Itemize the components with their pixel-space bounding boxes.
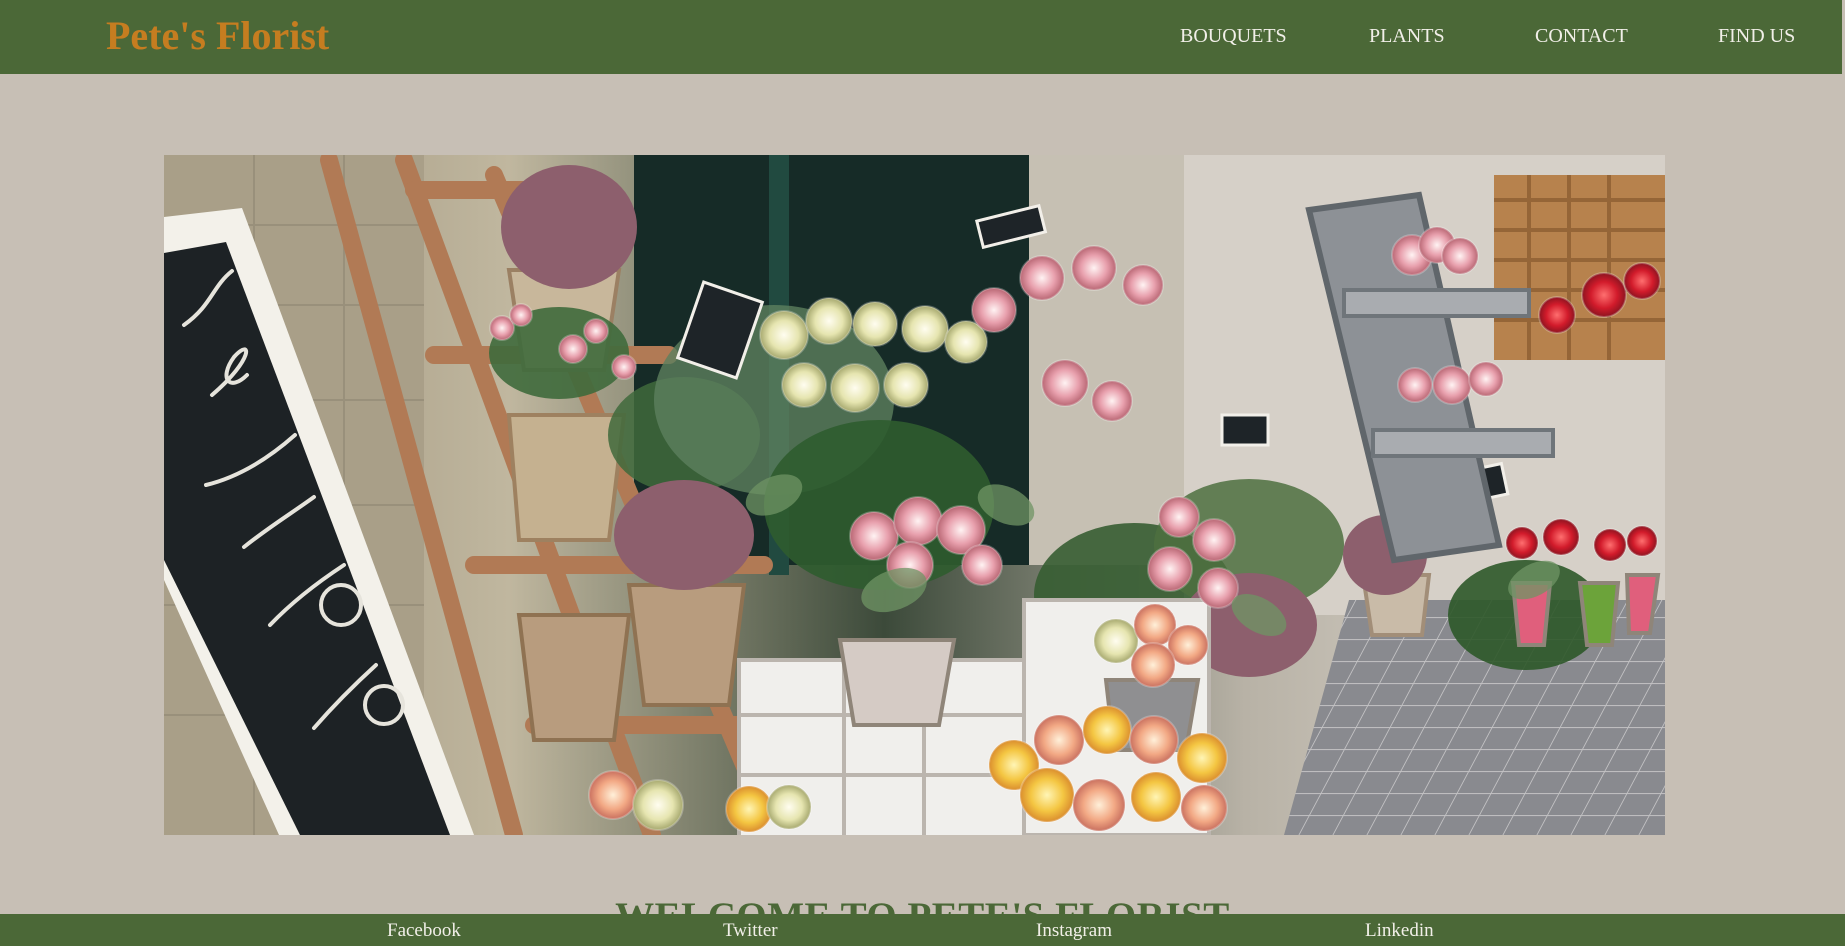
flower-storefront-photo xyxy=(164,155,1665,835)
site-header: Pete's Florist BOUQUETS PLANTS CONTACT F… xyxy=(0,0,1842,74)
site-footer: Facebook Twitter Instagram Linkedin xyxy=(0,914,1845,946)
brand-logo[interactable]: Pete's Florist xyxy=(106,13,329,59)
footer-link-twitter[interactable]: Twitter xyxy=(723,920,778,942)
hero-image xyxy=(164,155,1665,835)
nav-bouquets[interactable]: BOUQUETS xyxy=(1180,24,1287,48)
footer-link-instagram[interactable]: Instagram xyxy=(1036,920,1112,942)
footer-link-linkedin[interactable]: Linkedin xyxy=(1365,920,1434,942)
nav-contact[interactable]: CONTACT xyxy=(1535,24,1628,48)
nav-plants[interactable]: PLANTS xyxy=(1369,24,1445,48)
footer-link-facebook[interactable]: Facebook xyxy=(387,920,461,942)
nav-find-us[interactable]: FIND US xyxy=(1718,24,1795,48)
page: Pete's Florist BOUQUETS PLANTS CONTACT F… xyxy=(0,0,1845,946)
